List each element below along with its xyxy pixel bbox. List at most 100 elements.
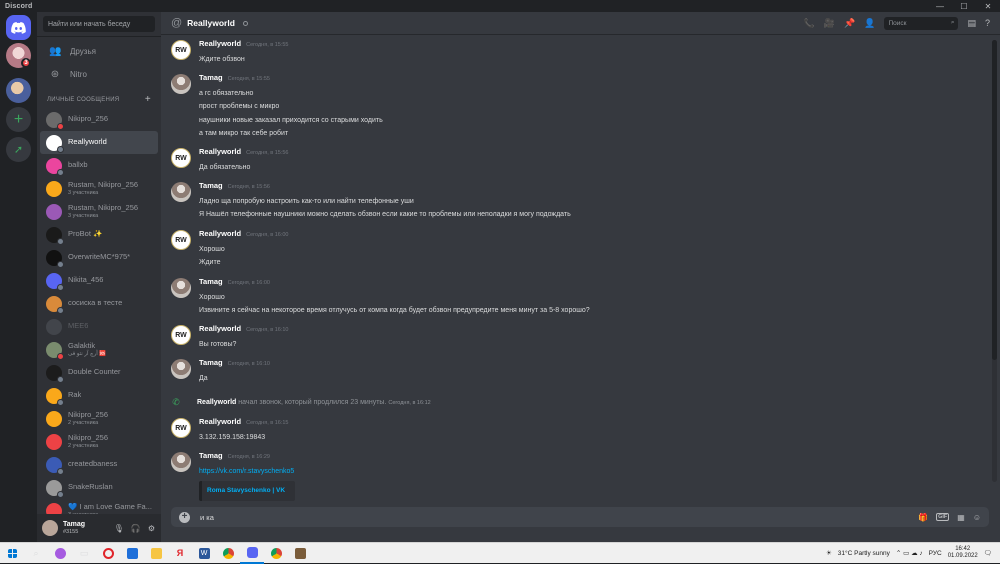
- help-icon[interactable]: ?: [985, 18, 990, 28]
- settings-gear-icon[interactable]: ⚙: [148, 524, 155, 533]
- author-avatar[interactable]: RW: [171, 418, 191, 438]
- dm-item[interactable]: Rustam, Nikipro_256 3 участника: [40, 200, 158, 223]
- dm-item[interactable]: ProBot ✨: [40, 223, 158, 246]
- nav-friends-label: Друзья: [70, 47, 96, 56]
- channel-header: @ Reallyworld 📞 🎥 📌 👤 Поиск ⌕ ▤ ?: [161, 12, 1000, 35]
- windows-start-icon[interactable]: [0, 543, 24, 564]
- dm-item[interactable]: Rak: [40, 384, 158, 407]
- inbox-icon[interactable]: ▤: [967, 18, 976, 29]
- message-author[interactable]: Reallyworld: [199, 322, 241, 336]
- weather-text[interactable]: 31°C Partly sunny: [838, 550, 890, 557]
- task-view-icon[interactable]: ▭: [72, 543, 96, 564]
- user-name: Tamag: [63, 521, 86, 529]
- author-avatar[interactable]: [171, 452, 191, 472]
- chrome-icon[interactable]: [216, 543, 240, 564]
- minecraft-icon[interactable]: [288, 543, 312, 564]
- discord-taskbar-icon[interactable]: [240, 543, 264, 564]
- dm-subtitle: 3 участника: [68, 212, 99, 219]
- yandex-browser-icon[interactable]: Я: [168, 543, 192, 564]
- weather-icon[interactable]: ☀: [826, 549, 832, 557]
- video-call-icon[interactable]: 🎥: [824, 18, 835, 29]
- dm-search-input[interactable]: Найти или начать беседу: [43, 16, 155, 32]
- dm-item[interactable]: сосиска в тесте: [40, 292, 158, 315]
- message-link[interactable]: https://vk.com/r.stavyschenko5: [199, 465, 295, 479]
- message-author[interactable]: Reallyworld: [199, 415, 241, 429]
- opera-icon[interactable]: [96, 543, 120, 564]
- message-author[interactable]: Reallyworld: [199, 37, 241, 51]
- create-dm-button[interactable]: +: [145, 94, 151, 105]
- dm-item[interactable]: ballxb: [40, 154, 158, 177]
- close-button[interactable]: ✕: [976, 2, 1000, 11]
- headphones-icon[interactable]: 🎧: [131, 524, 141, 533]
- message-author[interactable]: Tamag: [199, 356, 223, 370]
- message-author[interactable]: Reallyworld: [199, 227, 241, 241]
- dm-item[interactable]: MEE6: [40, 315, 158, 338]
- add-server-button[interactable]: +: [6, 107, 31, 132]
- add-friend-to-dm-icon[interactable]: 👤: [864, 18, 875, 29]
- dm-item[interactable]: SnakeRuslan: [40, 476, 158, 499]
- dm-item[interactable]: createdbaness: [40, 453, 158, 476]
- dm-item[interactable]: Nikipro_256 2 участника: [40, 407, 158, 430]
- author-avatar[interactable]: [171, 359, 191, 379]
- nav-nitro[interactable]: ⊛ Nitro: [37, 63, 161, 86]
- chrome-profile-icon[interactable]: [264, 543, 288, 564]
- language-indicator[interactable]: РУС: [929, 550, 942, 557]
- message-author[interactable]: Reallyworld: [199, 145, 241, 159]
- word-icon[interactable]: W: [192, 543, 216, 564]
- search-icon[interactable]: ⌕: [24, 543, 48, 564]
- dm-item[interactable]: Nikipro_256 2 участника: [40, 430, 158, 453]
- call-author[interactable]: Reallyworld: [197, 399, 236, 406]
- dm-item[interactable]: Rustam, Nikipro_256 3 участника: [40, 177, 158, 200]
- dm-item[interactable]: Galaktik آرچ آر نتو فی 🆘: [40, 338, 158, 361]
- media-app-icon[interactable]: [120, 543, 144, 564]
- offline-status-icon: [242, 20, 248, 26]
- emoji-icon[interactable]: ☺: [973, 513, 981, 522]
- author-avatar[interactable]: [171, 182, 191, 202]
- dm-item[interactable]: Nikita_456: [40, 269, 158, 292]
- dm-item[interactable]: Nikipro_256: [40, 108, 158, 131]
- dm-name: ballxb: [68, 161, 88, 170]
- microphone-icon[interactable]: 🎙: [114, 524, 124, 533]
- file-explorer-icon[interactable]: [144, 543, 168, 564]
- discord-home-button[interactable]: [6, 15, 31, 40]
- message-author[interactable]: Tamag: [199, 71, 223, 85]
- gift-icon[interactable]: 🎁: [918, 513, 928, 522]
- server-icon-2[interactable]: [6, 78, 31, 103]
- scrollbar-thumb[interactable]: [992, 40, 997, 360]
- message-composer[interactable]: + и ка 🎁 GIF ▦ ☺: [171, 507, 989, 527]
- nav-friends[interactable]: 👥 Друзья: [37, 40, 161, 63]
- discord-logo-icon: [11, 21, 26, 34]
- header-search-input[interactable]: Поиск ⌕: [884, 16, 959, 30]
- maximize-button[interactable]: ☐: [952, 2, 976, 11]
- sticker-icon[interactable]: ▦: [957, 513, 965, 522]
- message-author[interactable]: Tamag: [199, 449, 223, 463]
- explore-servers-button[interactable]: ➚: [6, 137, 31, 162]
- clock[interactable]: 16:42 01.09.2022: [948, 546, 978, 560]
- dm-section-header: ЛИЧНЫЕ СООБЩЕНИЯ +: [37, 86, 161, 108]
- attach-plus-icon[interactable]: +: [179, 511, 190, 523]
- dm-item[interactable]: OverwriteMC*975*: [40, 246, 158, 269]
- author-avatar[interactable]: [171, 278, 191, 298]
- author-avatar[interactable]: [171, 74, 191, 94]
- message-author[interactable]: Tamag: [199, 179, 223, 193]
- message-author[interactable]: Tamag: [199, 275, 223, 289]
- voice-call-icon[interactable]: 📞: [804, 18, 815, 29]
- message-input[interactable]: и ка: [200, 513, 214, 522]
- notifications-icon[interactable]: 🗨: [984, 549, 992, 557]
- link-embed-title[interactable]: Roma Stavyschenko | VK: [199, 481, 295, 501]
- user-avatar[interactable]: [42, 520, 58, 536]
- minimize-button[interactable]: —: [928, 2, 952, 11]
- gif-button[interactable]: GIF: [936, 513, 950, 521]
- author-avatar[interactable]: RW: [171, 148, 191, 168]
- dm-avatar: [46, 249, 64, 268]
- pinned-messages-icon[interactable]: 📌: [844, 18, 855, 29]
- author-avatar[interactable]: RW: [171, 325, 191, 345]
- dm-item[interactable]: Double Counter: [40, 361, 158, 384]
- tray-icons[interactable]: ⌃ ▭ ☁ ♪: [896, 549, 923, 557]
- author-avatar[interactable]: RW: [171, 230, 191, 250]
- author-avatar[interactable]: RW: [171, 40, 191, 60]
- chat-scrollbar[interactable]: [992, 40, 997, 482]
- message-text: прост проблемы с микро: [199, 103, 280, 110]
- dm-item[interactable]: Reallyworld: [40, 131, 158, 154]
- cortana-icon[interactable]: [48, 543, 72, 564]
